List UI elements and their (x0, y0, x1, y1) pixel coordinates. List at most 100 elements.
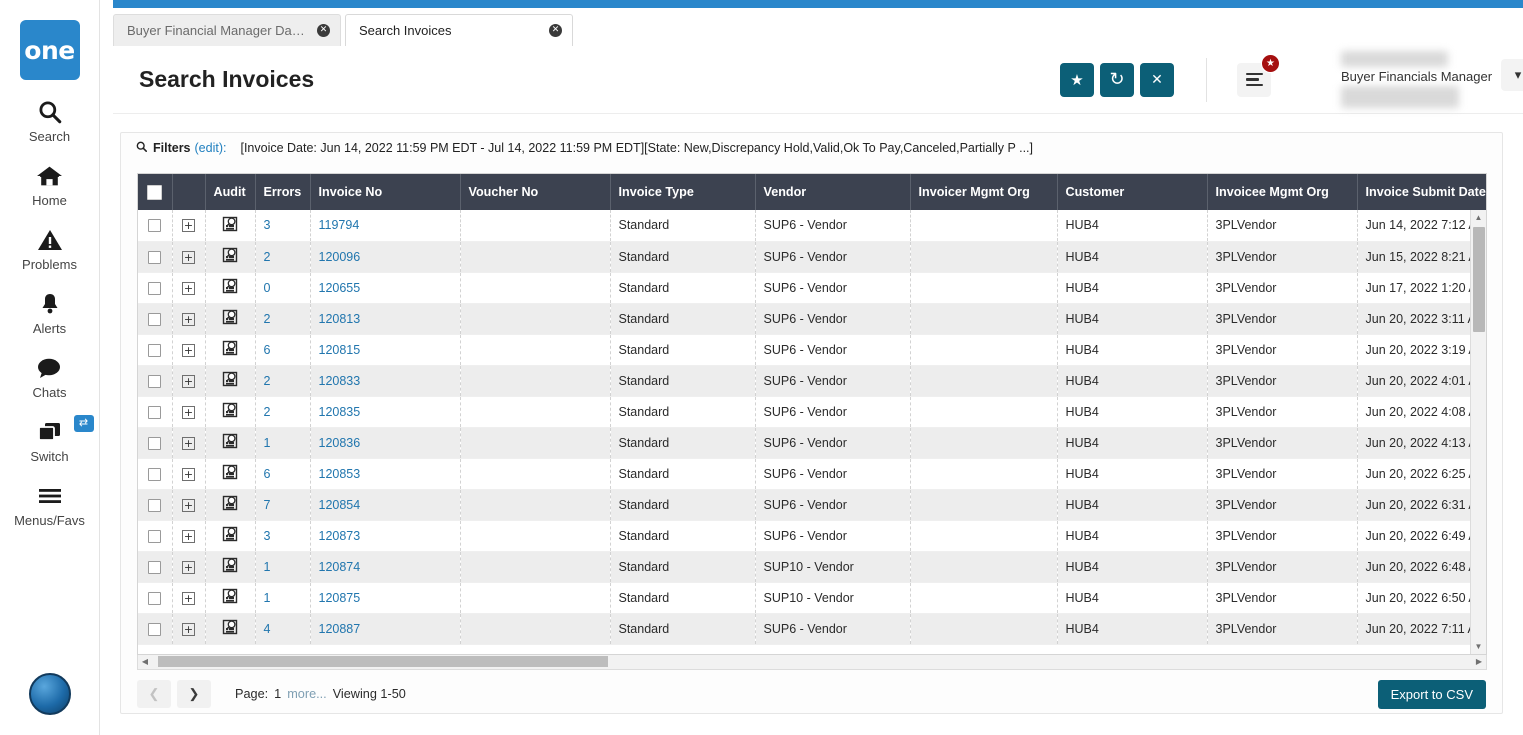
export-to-csv-button[interactable]: Export to CSV (1378, 680, 1486, 709)
table-row[interactable]: +2120833StandardSUP6 - VendorHUB43PLVend… (138, 365, 1487, 396)
audit-icon[interactable] (222, 376, 238, 390)
select-all-checkbox[interactable] (147, 185, 162, 200)
vertical-scroll-thumb[interactable] (1473, 227, 1485, 332)
swap-arrows-icon[interactable]: ⇄ (74, 415, 94, 432)
row-select-cell[interactable] (138, 427, 172, 458)
close-button[interactable]: ✕ (1140, 63, 1174, 97)
close-icon[interactable]: ✕ (317, 24, 330, 37)
chevron-down-icon[interactable]: ▾ (1501, 59, 1523, 91)
audit-icon[interactable] (222, 221, 238, 235)
errors-link[interactable]: 6 (264, 467, 271, 481)
row-expand-cell[interactable]: + (172, 334, 205, 365)
audit-icon[interactable] (222, 283, 238, 297)
cell-errors[interactable]: 3 (255, 520, 310, 551)
row-expand-cell[interactable]: + (172, 613, 205, 644)
row-audit-cell[interactable] (205, 551, 255, 582)
row-audit-cell[interactable] (205, 272, 255, 303)
row-select-cell[interactable] (138, 582, 172, 613)
row-audit-cell[interactable] (205, 427, 255, 458)
row-checkbox[interactable] (148, 375, 161, 388)
scroll-left-icon[interactable]: ◀ (138, 655, 152, 668)
table-row[interactable]: +1120874StandardSUP10 - VendorHUB43PLVen… (138, 551, 1487, 582)
favorite-button[interactable]: ★ (1060, 63, 1094, 97)
table-row[interactable]: +2120813StandardSUP6 - VendorHUB43PLVend… (138, 303, 1487, 334)
table-row[interactable]: +3119794StandardSUP6 - VendorHUB43PLVend… (138, 210, 1487, 241)
cell-invoice-no[interactable]: 119794 (310, 210, 460, 241)
select-all-header[interactable] (138, 174, 172, 210)
row-select-cell[interactable] (138, 520, 172, 551)
cell-errors[interactable]: 2 (255, 396, 310, 427)
expand-row-icon[interactable]: + (182, 437, 195, 450)
errors-link[interactable]: 2 (264, 374, 271, 388)
row-audit-cell[interactable] (205, 303, 255, 334)
audit-icon[interactable] (222, 345, 238, 359)
expand-row-icon[interactable]: + (182, 592, 195, 605)
expand-row-icon[interactable]: + (182, 375, 195, 388)
refresh-button[interactable]: ↻ (1100, 63, 1134, 97)
cell-invoice-no[interactable]: 120833 (310, 365, 460, 396)
row-expand-cell[interactable]: + (172, 210, 205, 241)
expand-row-icon[interactable]: + (182, 623, 195, 636)
cell-invoice-no[interactable]: 120813 (310, 303, 460, 334)
column-header-invoicee-mgmt-org[interactable]: Invoicee Mgmt Org (1207, 174, 1357, 210)
expand-row-icon[interactable]: + (182, 530, 195, 543)
invoice-no-link[interactable]: 120096 (319, 250, 361, 264)
invoice-no-link[interactable]: 120887 (319, 622, 361, 636)
avatar[interactable] (29, 673, 71, 715)
invoice-no-link[interactable]: 120655 (319, 281, 361, 295)
row-audit-cell[interactable] (205, 458, 255, 489)
errors-link[interactable]: 7 (264, 498, 271, 512)
rail-item-switch[interactable]: ⇄ Switch (0, 417, 100, 464)
row-expand-cell[interactable]: + (172, 551, 205, 582)
expand-row-icon[interactable]: + (182, 282, 195, 295)
rail-item-home[interactable]: Home (0, 161, 100, 208)
row-select-cell[interactable] (138, 334, 172, 365)
cell-errors[interactable]: 1 (255, 551, 310, 582)
column-header-vendor[interactable]: Vendor (755, 174, 910, 210)
row-expand-cell[interactable]: + (172, 396, 205, 427)
cell-errors[interactable]: 2 (255, 241, 310, 272)
table-row[interactable]: +6120815StandardSUP6 - VendorHUB43PLVend… (138, 334, 1487, 365)
rail-item-chats[interactable]: Chats (0, 353, 100, 400)
row-expand-cell[interactable]: + (172, 458, 205, 489)
menus-favorites-button[interactable]: ★ (1237, 63, 1271, 97)
errors-link[interactable]: 2 (264, 250, 271, 264)
row-checkbox[interactable] (148, 406, 161, 419)
rail-item-problems[interactable]: Problems (0, 225, 100, 272)
row-checkbox[interactable] (148, 344, 161, 357)
errors-link[interactable]: 3 (264, 218, 271, 232)
errors-link[interactable]: 1 (264, 560, 271, 574)
invoice-no-link[interactable]: 120813 (319, 312, 361, 326)
scroll-right-icon[interactable]: ▶ (1472, 655, 1486, 668)
row-audit-cell[interactable] (205, 520, 255, 551)
scroll-up-icon[interactable]: ▲ (1471, 210, 1486, 225)
audit-icon[interactable] (222, 469, 238, 483)
expand-row-icon[interactable]: + (182, 313, 195, 326)
more-pages-link[interactable]: more... (287, 687, 326, 701)
row-audit-cell[interactable] (205, 396, 255, 427)
audit-icon[interactable] (222, 593, 238, 607)
errors-link[interactable]: 2 (264, 405, 271, 419)
errors-link[interactable]: 4 (264, 622, 271, 636)
cell-errors[interactable]: 0 (255, 272, 310, 303)
scroll-down-icon[interactable]: ▼ (1471, 639, 1486, 654)
rail-item-menus-favs[interactable]: Menus/Favs (0, 481, 100, 528)
errors-link[interactable]: 3 (264, 529, 271, 543)
table-row[interactable]: +0120655StandardSUP6 - VendorHUB43PLVend… (138, 272, 1487, 303)
invoice-no-link[interactable]: 120836 (319, 436, 361, 450)
row-audit-cell[interactable] (205, 582, 255, 613)
row-select-cell[interactable] (138, 458, 172, 489)
row-checkbox[interactable] (148, 530, 161, 543)
row-checkbox[interactable] (148, 313, 161, 326)
errors-link[interactable]: 1 (264, 436, 271, 450)
cell-errors[interactable]: 7 (255, 489, 310, 520)
row-expand-cell[interactable]: + (172, 272, 205, 303)
invoice-no-link[interactable]: 120815 (319, 343, 361, 357)
column-header-invoice-no[interactable]: Invoice No (310, 174, 460, 210)
cell-invoice-no[interactable]: 120655 (310, 272, 460, 303)
audit-icon[interactable] (222, 314, 238, 328)
row-checkbox[interactable] (148, 219, 161, 232)
table-row[interactable]: +6120853StandardSUP6 - VendorHUB43PLVend… (138, 458, 1487, 489)
row-audit-cell[interactable] (205, 365, 255, 396)
column-header-invoice-submit-date[interactable]: Invoice Submit Date (1357, 174, 1487, 210)
